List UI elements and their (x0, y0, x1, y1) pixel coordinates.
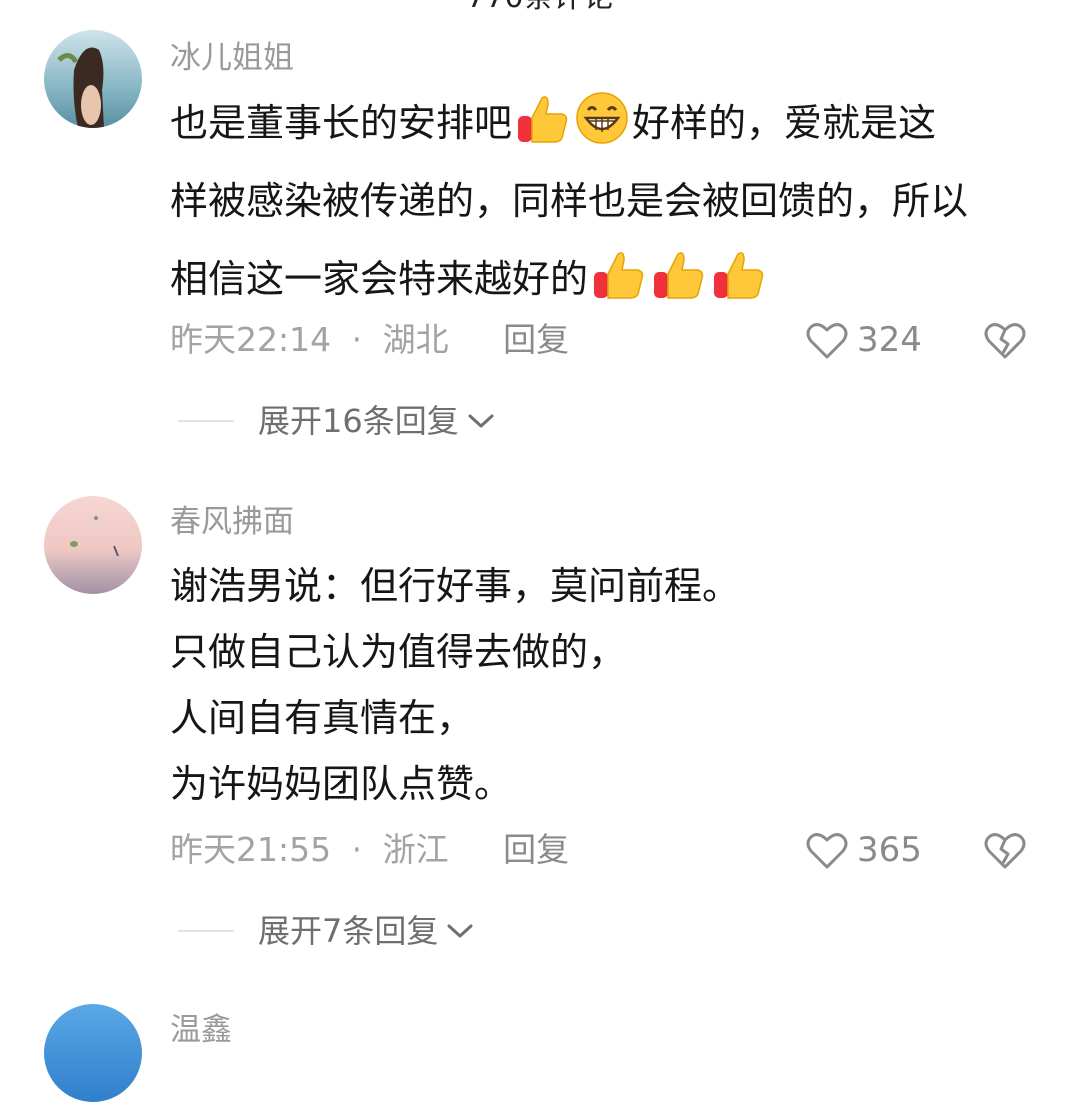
divider-line (178, 930, 234, 932)
expand-replies-label: 展开7条回复 (258, 912, 439, 950)
expand-replies-button[interactable]: 展开7条回复 (178, 909, 474, 953)
heart-outline-icon (806, 833, 848, 869)
chevron-down-icon (468, 414, 494, 428)
divider-line (178, 420, 234, 422)
username[interactable]: 温鑫 (170, 1010, 232, 1050)
meta-separator: · (351, 830, 363, 869)
comment-location: 浙江 (382, 830, 449, 869)
comment-time: 昨天22:14 (170, 320, 332, 359)
comment-line: 样被感染被传递的，同样也是会被回馈的，所以 (170, 179, 969, 223)
comment-meta: 昨天21:55 · 浙江 回复 (170, 828, 569, 872)
text-segment: 相信这一家会特来越好的 (170, 257, 589, 301)
chevron-down-icon (447, 924, 473, 938)
thumbs-up-emoji (710, 246, 766, 302)
comment-location: 湖北 (382, 320, 449, 359)
comment-line: 谢浩男说：但行好事，莫问前程。 (170, 564, 741, 608)
text-segment: 好样的，爱就是这 (632, 101, 937, 145)
avatar[interactable] (44, 496, 142, 594)
like-count: 365 (857, 830, 922, 870)
reply-button[interactable]: 回复 (503, 320, 569, 359)
expand-replies-button[interactable]: 展开16条回复 (178, 399, 495, 443)
thumbs-up-emoji (514, 90, 570, 146)
broken-heart-icon (984, 323, 1026, 359)
comment-time: 昨天21:55 (170, 830, 332, 869)
like-button[interactable]: 365 (805, 828, 922, 872)
like-count: 324 (857, 320, 922, 360)
comments-count-title: 770条评论 (0, 0, 1080, 18)
like-button[interactable]: 324 (805, 318, 922, 362)
grinning-face-emoji (574, 90, 630, 146)
comment-line: 只做自己认为值得去做的， (170, 630, 627, 674)
reply-button[interactable]: 回复 (503, 830, 569, 869)
comment-meta: 昨天22:14 · 湖北 回复 (170, 318, 569, 362)
broken-heart-icon (984, 833, 1026, 869)
comment-line: 相信这一家会特来越好的 (170, 246, 1040, 312)
comment-text: 谢浩男说：但行好事，莫问前程。 只做自己认为值得去做的， 人间自有真情在， 为许… (170, 553, 1040, 817)
comment-line: 也是董事长的安排吧 好样的，爱就是这 (170, 90, 1040, 156)
dislike-button[interactable] (983, 319, 1027, 361)
username[interactable]: 冰儿姐姐 (170, 38, 294, 78)
thumbs-up-emoji (590, 246, 646, 302)
username[interactable]: 春风拂面 (170, 502, 294, 542)
text-segment: 也是董事长的安排吧 (170, 101, 513, 145)
avatar[interactable] (44, 1004, 142, 1102)
avatar[interactable] (44, 30, 142, 128)
comment-line: 为许妈妈团队点赞。 (170, 762, 513, 806)
comment-line: 人间自有真情在， (170, 696, 475, 740)
thumbs-up-emoji (650, 246, 706, 302)
meta-separator: · (351, 320, 363, 359)
expand-replies-label: 展开16条回复 (258, 402, 459, 440)
heart-outline-icon (806, 323, 848, 359)
comment-text: 也是董事长的安排吧 好样的，爱就是这 样被感染被传递的，同样也是会被回馈的，所以 … (170, 90, 1040, 312)
dislike-button[interactable] (983, 829, 1027, 871)
